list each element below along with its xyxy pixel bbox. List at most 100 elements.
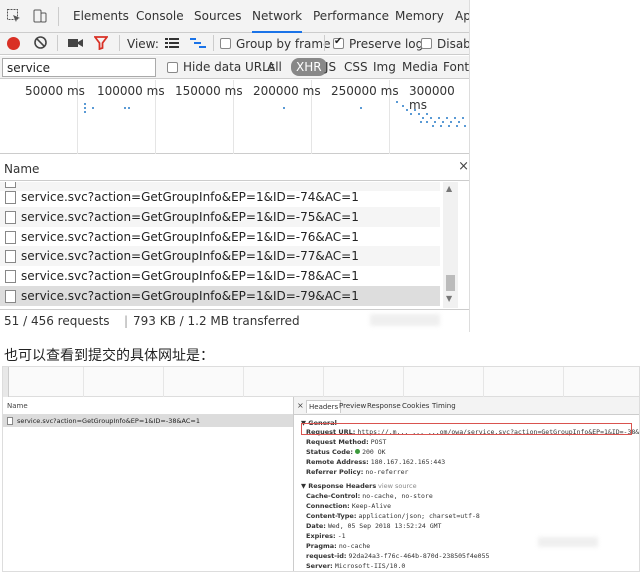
remote-address-key: Remote Address:	[306, 458, 369, 466]
close-details-icon[interactable]: ×	[297, 401, 304, 410]
detail-tabs: × Headers Preview Response Cookies Timin…	[294, 397, 639, 415]
request-name: service.svc?action=GetGroupInfo&EP=1&ID=…	[21, 230, 359, 244]
response-header-key: Connection:	[306, 502, 350, 510]
tab-sources[interactable]: Sources	[194, 0, 241, 33]
hide-data-urls-label: Hide data URLs	[183, 60, 276, 74]
table-row[interactable]: service.svc?action=GetGroupInfo&EP=1&ID=…	[0, 246, 440, 266]
timeline-request-mark	[448, 125, 450, 127]
tab-preview[interactable]: Preview	[339, 402, 366, 410]
response-header-key: Expires:	[306, 532, 336, 540]
tab-elements[interactable]: Elements	[73, 0, 129, 33]
tab-cookies[interactable]: Cookies	[402, 402, 429, 410]
inspect-element-icon[interactable]	[6, 8, 22, 24]
timeline-tick: 300000 ms	[409, 84, 455, 112]
toolbar-divider	[324, 35, 325, 51]
view-source-link[interactable]: view source	[378, 482, 417, 490]
filter-type-img[interactable]: Img	[373, 60, 396, 74]
blurred-watermark	[538, 537, 598, 547]
table-row-selected[interactable]: service.svc?action=GetGroupInfo&EP=1&ID=…	[3, 415, 293, 427]
tab-network[interactable]: Network	[252, 0, 303, 33]
close-details-icon[interactable]: ×	[458, 159, 469, 174]
record-icon[interactable]	[7, 37, 20, 50]
timeline-request-mark	[406, 109, 408, 111]
timeline-request-mark	[464, 125, 466, 127]
timeline-request-mark	[128, 107, 130, 109]
timeline-request-mark	[440, 125, 442, 127]
tab-application[interactable]: Ap	[455, 0, 469, 33]
filter-type-media[interactable]: Media	[402, 60, 438, 74]
table-row[interactable]: service.svc?action=GetGroupInfo&EP=1&ID=…	[0, 187, 440, 207]
response-header-key: Cache-Control:	[306, 492, 361, 500]
timeline-request-mark	[434, 121, 436, 123]
scrollbar-thumb[interactable]	[446, 275, 455, 291]
table-row[interactable]: service.svc?action=GetGroupInfo&EP=1&ID=…	[0, 207, 440, 227]
network-status-bar: 51 / 456 requests | 793 KB / 1.2 MB tran…	[0, 309, 469, 332]
request-method-row: Request Method: POST	[306, 438, 386, 446]
tab-response[interactable]: Response	[367, 402, 401, 410]
group-by-frame-label: Group by frame	[236, 37, 331, 51]
tab-memory[interactable]: Memory	[395, 0, 444, 33]
tab-timing[interactable]: Timing	[432, 402, 456, 410]
caption-text: 也可以查看到提交的具体网址是：	[4, 348, 214, 364]
filter-type-css[interactable]: CSS	[344, 60, 368, 74]
filter-type-xhr[interactable]: XHR	[291, 58, 327, 76]
disable-cache-checkbox[interactable]	[421, 37, 432, 51]
response-header-row: Expires: -1	[306, 532, 346, 540]
timeline-request-mark	[402, 105, 404, 107]
file-icon	[7, 417, 13, 425]
timeline-gridline	[83, 367, 84, 397]
preserve-log-checkbox[interactable]	[333, 36, 344, 51]
filter-type-font[interactable]: Font	[443, 60, 469, 74]
name-column-header[interactable]: Name	[7, 402, 28, 410]
request-method-key: Request Method:	[306, 438, 369, 446]
table-row[interactable]: service.svc?action=GetGroupInfo&EP=1&ID=…	[0, 227, 440, 247]
timeline-request-mark	[430, 117, 432, 119]
scroll-down-icon[interactable]: ▼	[446, 294, 452, 303]
status-ok-icon	[355, 449, 361, 454]
timeline-request-mark	[446, 117, 448, 119]
group-by-frame-checkbox[interactable]	[220, 37, 231, 51]
waterfall-icon[interactable]	[190, 38, 206, 52]
table-row-selected[interactable]: service.svc?action=GetGroupInfo&EP=1&ID=…	[0, 286, 440, 306]
timeline-tick: 150000 ms	[175, 84, 243, 98]
response-header-key: request-id:	[306, 552, 347, 560]
video-camera-icon[interactable]	[68, 37, 83, 52]
timeline-request-mark	[396, 101, 398, 103]
file-icon	[5, 250, 16, 263]
timeline-request-mark	[84, 107, 86, 109]
large-rows-icon[interactable]	[165, 38, 179, 52]
panel-gutter	[458, 182, 469, 308]
timeline-request-mark	[438, 117, 440, 119]
hide-data-urls-checkbox[interactable]	[167, 61, 178, 75]
timeline-overview[interactable]: 50000 ms 100000 ms 150000 ms 200000 ms 2…	[0, 80, 469, 154]
filter-icon[interactable]	[93, 36, 109, 53]
response-headers-section-title[interactable]: ▼ Response Headers	[301, 482, 376, 490]
tab-headers[interactable]: Headers	[306, 400, 342, 413]
timeline-request-mark	[283, 107, 285, 109]
toolbar-divider	[119, 35, 120, 51]
request-name: service.svc?action=GetGroupInfo&EP=1&ID=…	[21, 210, 359, 224]
clear-icon[interactable]	[33, 35, 48, 53]
tab-console[interactable]: Console	[136, 0, 184, 33]
timeline-gridline	[403, 367, 404, 397]
timeline-gridline	[563, 367, 564, 397]
timeline-request-mark	[458, 121, 460, 123]
name-column-header[interactable]: Name	[4, 162, 39, 176]
file-icon	[5, 191, 16, 204]
scroll-up-icon[interactable]: ▲	[446, 184, 452, 193]
tab-performance[interactable]: Performance	[313, 0, 389, 33]
requests-scrollbar[interactable]: ▲ ▼	[443, 182, 458, 308]
timeline-request-mark	[92, 107, 94, 109]
panel-splitter[interactable]	[293, 397, 294, 571]
response-header-value: Microsoft-IIS/10.0	[334, 562, 406, 570]
filter-type-js[interactable]: JS	[325, 60, 336, 74]
filter-type-all[interactable]: All	[267, 60, 282, 74]
timeline-request-mark	[410, 113, 412, 115]
timeline-request-mark	[414, 109, 416, 111]
table-row[interactable]: service.svc?action=GetGroupInfo&EP=1&ID=…	[0, 266, 440, 286]
response-header-key: Pragma:	[306, 542, 337, 550]
device-toolbar-icon[interactable]	[32, 8, 48, 24]
timeline-request-mark	[456, 125, 458, 127]
filter-input[interactable]	[2, 58, 156, 77]
requests-table-header: Name ×	[0, 155, 469, 181]
